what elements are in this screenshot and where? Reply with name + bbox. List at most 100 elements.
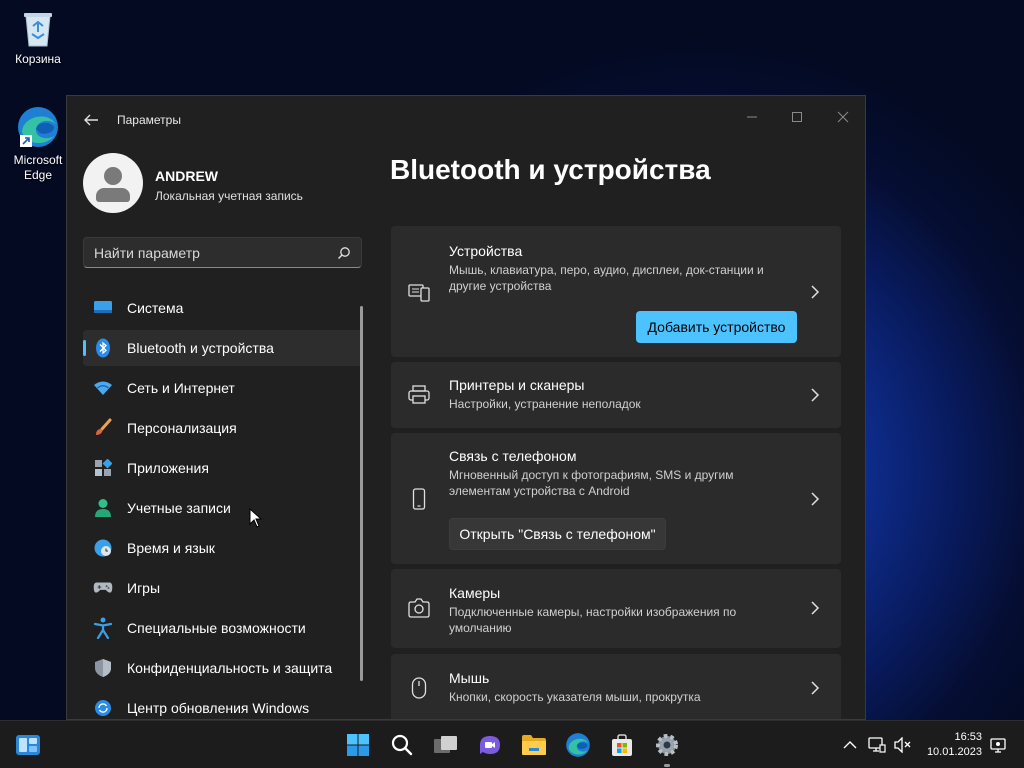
widgets-icon [16, 735, 40, 755]
store-icon [612, 734, 632, 756]
gamepad-icon [93, 578, 113, 598]
card-cameras[interactable]: Камеры Подключенные камеры, настройки из… [391, 569, 841, 648]
sidebar-item-windows-update[interactable]: Центр обновления Windows [83, 690, 363, 719]
printer-icon [407, 383, 431, 407]
sidebar-item-label: Система [127, 300, 184, 316]
clock-date: 10.01.2023 [926, 746, 982, 758]
sidebar-item-accessibility[interactable]: Специальные возможности [83, 610, 363, 646]
wifi-icon [93, 378, 113, 398]
desktop-icon-recycle-bin[interactable]: Корзина [4, 8, 72, 67]
store-button[interactable] [608, 731, 636, 759]
sidebar-item-time-language[interactable]: Время и язык [83, 530, 363, 566]
user-name: ANDREW [155, 168, 218, 184]
apps-icon [93, 458, 113, 478]
chat-button[interactable] [476, 731, 504, 759]
widgets-button[interactable] [14, 731, 42, 759]
clock-globe-icon [93, 538, 113, 558]
open-phone-link-button[interactable]: Открыть "Связь с телефоном" [449, 518, 666, 550]
chevron-right-icon [811, 492, 820, 506]
clock[interactable]: 16:53 10.01.2023 [927, 730, 982, 760]
sidebar-item-bluetooth[interactable]: Bluetooth и устройства [83, 330, 363, 366]
edge-taskbar-button[interactable] [564, 731, 592, 759]
minimize-icon [747, 116, 757, 118]
card-title: Принтеры и сканеры [449, 377, 585, 393]
maximize-icon [792, 112, 802, 122]
card-description: Мгновенный доступ к фотографиям, SMS и д… [449, 468, 734, 498]
sidebar-item-network[interactable]: Сеть и Интернет [83, 370, 363, 406]
close-icon [837, 111, 849, 123]
shield-icon [93, 658, 113, 678]
card-description: Настройки, устранение неполадок [449, 397, 641, 411]
desktop-icon-label: Корзина [15, 52, 61, 66]
notification-button[interactable] [988, 735, 1008, 755]
settings-taskbar-button[interactable] [653, 731, 681, 759]
card-title: Устройства [449, 243, 523, 259]
mouse-icon [407, 676, 431, 700]
camera-icon [407, 596, 431, 620]
sidebar-item-label: Сеть и Интернет [127, 380, 235, 396]
card-mouse[interactable]: Мышь Кнопки, скорость указателя мыши, пр… [391, 654, 841, 719]
accessibility-icon [93, 617, 113, 639]
title-bar: Параметры [67, 96, 865, 142]
card-phone-link[interactable]: Связь с телефоном Мгновенный доступ к фо… [391, 433, 841, 564]
sidebar-item-gaming[interactable]: Игры [83, 570, 363, 606]
add-device-button[interactable]: Добавить устройство [636, 311, 797, 343]
card-title: Камеры [449, 585, 501, 601]
network-tray-button[interactable] [867, 735, 887, 755]
show-hidden-icons-button[interactable] [840, 735, 860, 755]
back-button[interactable] [81, 110, 101, 130]
card-devices[interactable]: Устройства Мышь, клавиатура, перо, аудио… [391, 226, 841, 357]
sidebar-item-label: Персонализация [127, 420, 237, 436]
clock-time: 16:53 [954, 731, 982, 743]
sidebar-item-label: Учетные записи [127, 500, 231, 516]
arrow-left-icon [84, 114, 98, 126]
recycle-bin-icon [24, 13, 52, 47]
update-icon [93, 698, 113, 718]
volume-tray-button[interactable] [893, 735, 913, 755]
active-app-indicator [664, 764, 670, 767]
network-icon [868, 737, 886, 753]
devices-icon [407, 280, 431, 304]
search-icon [391, 734, 413, 756]
minimize-button[interactable] [729, 102, 775, 132]
card-printers[interactable]: Принтеры и сканеры Настройки, устранение… [391, 362, 841, 428]
close-button[interactable] [820, 102, 865, 132]
file-explorer-icon [522, 735, 546, 755]
system-icon [93, 298, 113, 318]
search-input[interactable] [94, 244, 324, 262]
chevron-right-icon [811, 681, 820, 695]
sidebar-item-label: Конфиденциальность и защита [127, 660, 333, 676]
taskbar-search-button[interactable] [388, 731, 416, 759]
volume-muted-icon [894, 737, 911, 753]
notification-icon [990, 738, 1006, 753]
edge-icon [18, 107, 58, 147]
card-description: Мышь, клавиатура, перо, аудио, дисплеи, … [449, 263, 764, 293]
file-explorer-button[interactable] [520, 731, 548, 759]
sidebar-scrollbar[interactable] [360, 306, 363, 681]
chevron-right-icon [811, 285, 820, 299]
sidebar-item-privacy[interactable]: Конфиденциальность и защита [83, 650, 363, 686]
avatar [83, 153, 143, 213]
task-view-button[interactable] [432, 731, 460, 759]
settings-icon [656, 734, 678, 756]
search-icon[interactable] [337, 246, 351, 260]
maximize-button[interactable] [774, 102, 820, 132]
chat-icon [480, 736, 500, 754]
user-profile[interactable]: ANDREW Локальная учетная запись [83, 153, 373, 215]
edge-icon [566, 733, 590, 757]
start-icon [347, 734, 369, 756]
desktop-icon-edge[interactable]: Microsoft Edge [4, 105, 72, 183]
sidebar-item-apps[interactable]: Приложения [83, 450, 363, 486]
card-title: Мышь [449, 670, 490, 686]
sidebar-item-system[interactable]: Система [83, 290, 363, 326]
sidebar-item-personalization[interactable]: Персонализация [83, 410, 363, 446]
page-title: Bluetooth и устройства [390, 154, 711, 185]
start-button[interactable] [344, 731, 372, 759]
card-title: Связь с телефоном [449, 448, 577, 464]
task-view-icon [434, 736, 457, 753]
sidebar-item-label: Приложения [127, 460, 209, 476]
sidebar-item-label: Специальные возможности [127, 620, 306, 636]
account-type: Локальная учетная запись [155, 189, 303, 203]
sidebar-item-accounts[interactable]: Учетные записи [83, 490, 363, 526]
window-title: Параметры [117, 113, 181, 127]
